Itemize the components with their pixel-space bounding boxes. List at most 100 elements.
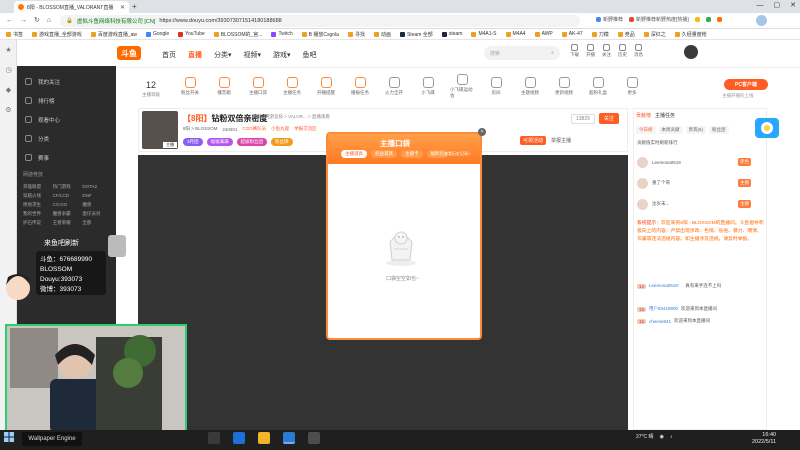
home-icon[interactable]: ⌂ (47, 17, 51, 24)
profile-avatar[interactable] (756, 15, 767, 26)
bookmark-item[interactable]: 游戏直播_全部游戏 (32, 31, 82, 38)
volume-icon[interactable]: ♪ (670, 434, 673, 440)
bookmark-item[interactable]: BLOSSOM的_官... (213, 31, 262, 38)
nav-yuba[interactable]: 鱼吧 (303, 50, 317, 60)
badge[interactable]: 粉丝牌 (271, 138, 293, 146)
bookmark-item[interactable]: steam (441, 31, 462, 37)
nav-video[interactable]: 视频▾ (244, 50, 262, 60)
feature-anchor-pocket[interactable]: 主播口袋 (246, 77, 270, 96)
follow-button[interactable]: 关注 (598, 113, 619, 124)
tab-today[interactable]: 今日榜 (636, 126, 656, 134)
tab-privilege-props[interactable]: 权益道具 (371, 150, 397, 158)
extension-icon[interactable] (694, 17, 700, 22)
tab-week[interactable]: 本周贡献 (658, 126, 683, 134)
badge[interactable]: 超级粉丝团 (236, 138, 268, 146)
network-icon[interactable]: ◉ (660, 434, 664, 440)
bookmark-item[interactable]: AWP (534, 31, 553, 37)
bookmark-item[interactable]: 百度游戏直播_aw (90, 31, 137, 38)
category-link[interactable]: DOTA2 (82, 184, 110, 190)
tab-anchor-props[interactable]: 主播道具 (341, 150, 367, 158)
feature-theme-video[interactable]: 主题视频 (518, 77, 542, 96)
bookmark-item[interactable]: B 播放Csgola (301, 31, 339, 38)
feature-ufo[interactable]: 小飞碟 (416, 77, 440, 96)
extension-item[interactable]: 新野推荐 (596, 16, 623, 23)
category-link[interactable]: DNF (82, 193, 110, 199)
rank-row[interactable]: 沈岁末... 主播 (637, 196, 765, 212)
extension-item[interactable]: 新野推荐新野热度[热播] (629, 16, 689, 23)
sidebar-item-watch-center[interactable]: 观看中心 (17, 110, 116, 129)
extension-icon[interactable] (716, 17, 722, 22)
category-link[interactable]: 魔兽争霸 (53, 211, 81, 217)
url-text[interactable]: https://www.douyu.com/393073071514180188… (159, 18, 281, 24)
chrome-icon[interactable] (283, 432, 295, 444)
category-link[interactable]: CS:GO (53, 202, 81, 208)
feature-update-video[interactable]: 更新视频 (552, 77, 576, 96)
feature-more[interactable]: 更多 (620, 77, 644, 96)
bookmark-item[interactable]: 动画 (373, 31, 391, 38)
wallpaper-button[interactable]: Wallpaper Engine (22, 432, 82, 446)
new-tab-button[interactable]: + (132, 2, 137, 11)
report-area-link[interactable]: 举报交流区 (294, 126, 317, 132)
category-link[interactable]: CF/LCD (53, 193, 81, 199)
contribution-rank-title[interactable]: 贡献榜 (636, 112, 651, 119)
bookmark-item[interactable]: Twitch (271, 31, 293, 37)
nav-category[interactable]: 分类▾ (214, 50, 232, 60)
history-button[interactable]: 历史 (618, 44, 627, 58)
address-bar[interactable]: 🔒 虚拟斗鱼网络科技有限公司 [CN] https://www.douyu.co… (60, 15, 580, 27)
category-link[interactable]: 炉石传说 (23, 220, 51, 226)
activity-button[interactable]: 可领活动 (520, 136, 547, 145)
search-icon[interactable]: ⌕ (551, 50, 554, 56)
tab-vip[interactable]: 贵宾(6) (685, 126, 706, 134)
category-link[interactable]: 魔兽 (82, 202, 110, 208)
douyu-logo[interactable]: 斗鱼 (117, 46, 141, 60)
close-window-button[interactable]: ✕ (790, 1, 796, 9)
feature-speaker[interactable]: 播音箱 (212, 77, 236, 96)
feature-fan-switch[interactable]: 粉丝开关 (178, 77, 202, 96)
bookmark-item[interactable]: 竞品 (617, 31, 635, 38)
back-icon[interactable]: ← (6, 17, 13, 24)
nav-home[interactable]: 首页 (162, 50, 176, 60)
bookmark-item[interactable]: 寻找 (347, 31, 365, 38)
category-link[interactable]: 热门游戏 (53, 184, 81, 190)
browser-tab[interactable]: 8阳 - BLOSSOM直播_VALORANT直播 ✕ (14, 1, 129, 13)
star-icon[interactable]: ★ (0, 40, 17, 60)
category-link[interactable]: 穿越火线 (23, 193, 51, 199)
tab-anchor-card[interactable]: 主播卡 (401, 150, 423, 158)
follow-list-button[interactable]: 关注 (602, 44, 611, 58)
messages-button[interactable]: 消息 (634, 44, 643, 58)
user-avatar[interactable] (684, 45, 698, 59)
category-link[interactable]: 绝地求生 (23, 202, 51, 208)
maximize-button[interactable]: ▢ (774, 1, 781, 9)
close-icon[interactable]: × (478, 128, 486, 136)
bookmark-item[interactable]: M4A1-S (471, 31, 497, 37)
sidebar-item-rank[interactable]: 排行榜 (17, 91, 116, 110)
feature-broadcast-remind[interactable]: 开播提醒 (314, 77, 338, 96)
settings-icon[interactable]: ⚙ (0, 100, 17, 120)
feature-fire[interactable]: 火力全开 (382, 77, 406, 96)
badge[interactable]: 3月团 (183, 138, 203, 146)
nav-live[interactable]: 直播 (188, 50, 202, 60)
windows-start-icon[interactable] (4, 432, 14, 442)
rank-row[interactable]: 重了个哥 主播 (637, 175, 765, 191)
search-input[interactable]: 搜索 ⌕ (484, 46, 560, 60)
category-link[interactable]: 英雄联盟 (23, 184, 51, 190)
edge-icon[interactable] (233, 432, 245, 444)
report-link[interactable]: 举报 (252, 114, 261, 120)
anchor-task-title[interactable]: 主播任务 (655, 112, 675, 119)
sidebar-item-category[interactable]: 分类 (17, 129, 116, 148)
category-link[interactable]: 蛋仔派对 (82, 211, 110, 217)
folder-icon[interactable] (258, 432, 270, 444)
sidebar-item-following[interactable]: 我的关注 (17, 72, 116, 91)
download-button[interactable]: 下载 (570, 44, 579, 58)
bookmark-item[interactable]: Steam 全部 (399, 31, 433, 38)
bookmark-item[interactable]: 刀模 (591, 31, 609, 38)
feature-room[interactable]: 房间 (484, 77, 508, 96)
reload-icon[interactable]: ↻ (34, 16, 40, 24)
bookmark-item[interactable]: 久经量度枪 (674, 31, 707, 38)
clock[interactable]: 16:40 2022/5/11 (752, 432, 776, 446)
start-broadcast-button[interactable]: 开播 (586, 44, 595, 58)
promo-banner-icon[interactable] (754, 116, 780, 140)
rank-row[interactable]: Leemona0519 赤色 (637, 154, 765, 170)
category-link[interactable]: 全部 (82, 220, 110, 226)
minimize-button[interactable]: — (757, 2, 764, 9)
